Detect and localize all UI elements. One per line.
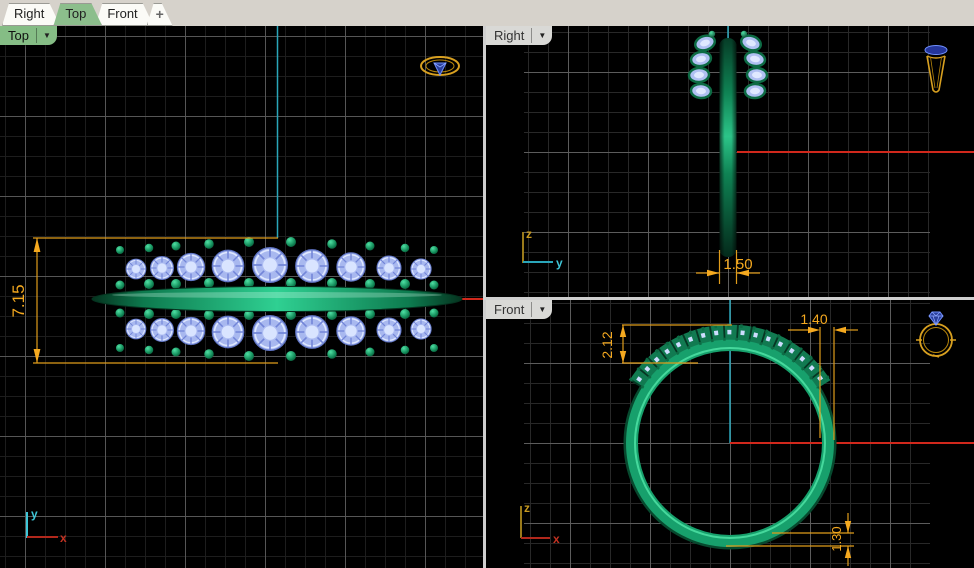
diamond-icon: [925, 46, 947, 55]
new-viewport-tab[interactable]: +: [147, 3, 173, 26]
chevron-down-icon[interactable]: ▼: [40, 31, 54, 40]
axis-label-z: z: [526, 227, 532, 241]
dimension-label: 2.12: [599, 331, 615, 358]
band-edge-shading: [720, 38, 737, 257]
viewport-title-label: Right: [494, 28, 524, 43]
viewport-top[interactable]: 7.15 y x Top: [0, 26, 483, 568]
ring-shank-band: [92, 287, 462, 312]
gem-row-top: [126, 248, 431, 283]
tab-top-label: Top: [65, 6, 86, 21]
axis-label-y: y: [556, 256, 563, 270]
tab-front[interactable]: Front: [95, 3, 153, 26]
ring-model-right-view[interactable]: [689, 31, 768, 257]
viewport-title-label: Top: [8, 28, 29, 43]
cad-window: Right Top Front +: [0, 0, 974, 568]
axis-indicator-top: y x: [27, 507, 67, 545]
diamond-icon: [434, 63, 446, 75]
band-highlight: [112, 292, 442, 298]
axis-label-z: z: [524, 501, 530, 515]
viewport-workspace: 7.15 y x Top: [0, 26, 974, 568]
side-stones-right: [739, 31, 767, 99]
dimension-band-width: 1.50: [696, 250, 760, 284]
diamond-icon: [929, 312, 943, 325]
divider: [531, 28, 532, 43]
plus-icon: +: [156, 6, 164, 22]
viewport-front[interactable]: 2.12 1.40: [486, 300, 974, 568]
viewport-title-front[interactable]: Front ▼: [486, 300, 552, 319]
chevron-down-icon[interactable]: ▼: [535, 305, 549, 314]
dimension-label: 1.50: [723, 256, 752, 273]
viewport-tabbar: Right Top Front +: [0, 0, 974, 26]
tab-right[interactable]: Right: [2, 3, 60, 26]
tab-right-label: Right: [14, 6, 44, 21]
divider: [531, 302, 532, 317]
side-stones-left: [689, 31, 717, 99]
divider: [36, 28, 37, 43]
axis-label-x: x: [60, 531, 67, 545]
viewport-title-top[interactable]: Top ▼: [0, 26, 57, 45]
ring-orientation-icon-right: [925, 46, 947, 93]
axis-label-y: y: [31, 507, 38, 521]
ring-orientation-icon-front: [916, 312, 956, 357]
axis-indicator-right: z y: [523, 227, 563, 270]
tab-front-label: Front: [107, 6, 137, 21]
axis-label-x: x: [553, 532, 560, 546]
chevron-down-icon[interactable]: ▼: [535, 31, 549, 40]
ring-model-top-view[interactable]: [92, 237, 462, 361]
dimension-label: 7.15: [9, 284, 28, 317]
tab-top[interactable]: Top: [53, 3, 102, 26]
viewport-right[interactable]: 1.50 z y Right: [486, 26, 974, 297]
axis-indicator-front: z x: [521, 501, 560, 546]
viewport-title-right[interactable]: Right ▼: [486, 26, 552, 45]
gem-row-bottom: [126, 316, 431, 351]
viewport-title-label: Front: [494, 302, 524, 317]
dimension-label: 1.40: [800, 311, 827, 327]
ring-orientation-icon-top: [421, 57, 459, 75]
dimension-label: 1.30: [829, 526, 844, 551]
